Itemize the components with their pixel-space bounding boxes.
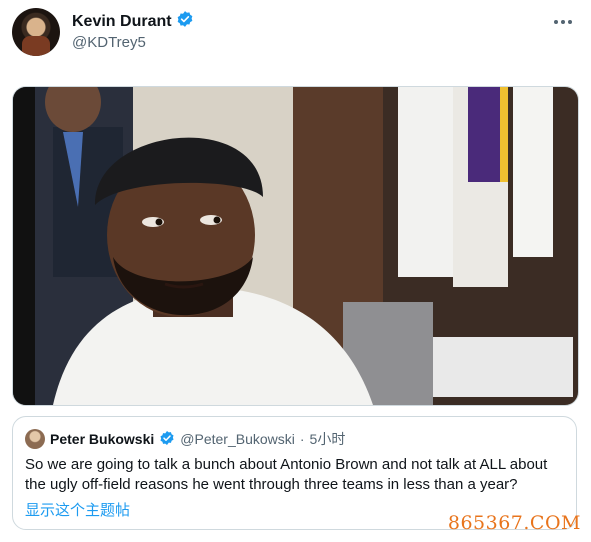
quoted-tweet-header: Peter Bukowski @Peter_Bukowski · 5小时 xyxy=(25,429,345,449)
author-display-name[interactable]: Kevin Durant xyxy=(72,13,172,31)
quoted-author-name[interactable]: Peter Bukowski xyxy=(50,431,154,447)
verified-badge-icon xyxy=(159,430,175,449)
quoted-author-avatar[interactable] xyxy=(25,429,45,449)
tweet-media-photo[interactable] xyxy=(12,86,579,406)
quoted-tweet-text: So we are going to talk a bunch about An… xyxy=(25,456,548,493)
author-handle[interactable]: @KDTrey5 xyxy=(72,34,146,51)
quoted-timestamp[interactable]: 5小时 xyxy=(310,429,346,449)
quoted-author-handle[interactable]: @Peter_Bukowski xyxy=(180,431,295,447)
avatar[interactable] xyxy=(12,8,60,56)
more-options-icon[interactable] xyxy=(551,12,575,32)
show-thread-link[interactable]: 显示这个主题帖 xyxy=(25,499,130,520)
verified-badge-icon xyxy=(176,10,194,33)
author-name-row: Kevin Durant xyxy=(72,10,194,33)
site-watermark: 865367.COM xyxy=(447,512,581,534)
tweet-header: Kevin Durant @KDTrey5 xyxy=(12,8,579,60)
separator-dot: · xyxy=(299,431,305,447)
